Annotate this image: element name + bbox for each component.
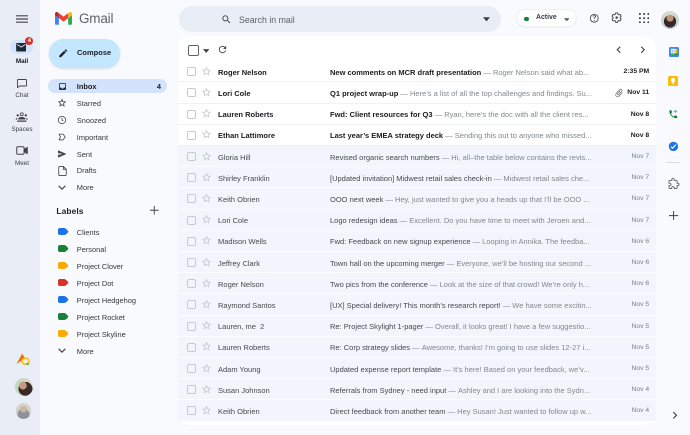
svg-text:31: 31 bbox=[671, 50, 675, 54]
